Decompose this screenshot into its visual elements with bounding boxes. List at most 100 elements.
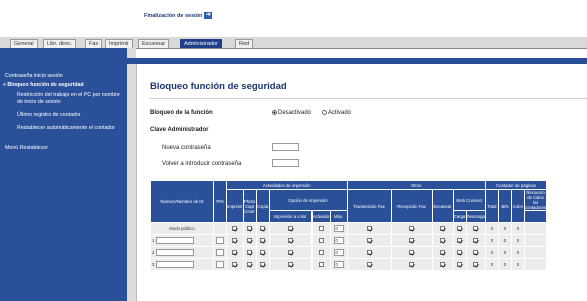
checkbox[interactable] xyxy=(440,225,446,231)
checkbox[interactable] xyxy=(232,225,238,231)
checkbox[interactable] xyxy=(287,225,293,231)
radio-off[interactable] xyxy=(272,110,277,115)
pin-field[interactable] xyxy=(216,261,224,268)
function-lock-off-option[interactable]: Desactivado xyxy=(272,110,311,116)
sidebar-item-secure-function-lock[interactable]: » Bloqueo función de seguridad xyxy=(3,82,121,89)
sidebar: Contraseña inicio sesión » Bloqueo funci… xyxy=(0,48,127,301)
user-restrictions-table: Número/Nombre de ID PIN Actividades de i… xyxy=(150,180,548,271)
h-scan: Escanear xyxy=(431,189,454,223)
tab-general[interactable]: General xyxy=(10,39,38,48)
h-upload: Carga xyxy=(452,210,467,223)
col-id-header: Número/Nombre de ID xyxy=(150,180,214,223)
other-header: Otros xyxy=(346,180,486,190)
function-lock-on-option[interactable]: Activado xyxy=(322,110,351,116)
h-print: Imprimir xyxy=(226,189,244,223)
counter-total: 0 xyxy=(484,258,499,271)
print-activities-header: Actividades de impresión xyxy=(226,180,348,190)
radio-on[interactable] xyxy=(322,110,327,115)
tab-scan[interactable]: Escanear xyxy=(138,39,170,48)
checkbox[interactable] xyxy=(409,261,415,267)
pin-field[interactable] xyxy=(216,249,224,256)
checkbox[interactable] xyxy=(440,249,446,255)
id-name-field[interactable] xyxy=(156,249,195,256)
checkbox[interactable] xyxy=(247,249,253,255)
option-on-label: Activado xyxy=(328,110,352,117)
h-color: Color xyxy=(510,189,525,223)
checkbox[interactable] xyxy=(260,225,266,231)
tab-administrator[interactable]: Administrador xyxy=(180,39,222,48)
checkbox[interactable] xyxy=(287,249,293,255)
h-print-option: Opción de impresión xyxy=(268,189,348,211)
confirm-password-field[interactable] xyxy=(272,159,299,167)
checkbox[interactable] xyxy=(440,237,446,243)
checkbox[interactable] xyxy=(247,225,253,231)
h-max: Máx. xyxy=(329,210,348,223)
counter-total: 0 xyxy=(484,234,499,247)
id-name-field[interactable] xyxy=(156,237,195,244)
checkbox[interactable] xyxy=(247,261,253,267)
table-row: Modo público 0 0 0 0 xyxy=(150,222,548,235)
content-header-bar xyxy=(124,58,587,64)
checkbox[interactable] xyxy=(457,261,463,267)
sidebar-item-auto-reset-counter[interactable]: Restablecer automáticamente el contador xyxy=(17,125,121,132)
row-number: 3 xyxy=(152,261,155,267)
sidebar-item-pc-job-restriction[interactable]: Restricción del trabajo en el PC por nom… xyxy=(17,92,121,105)
max-pages-field[interactable]: 0 xyxy=(333,249,344,256)
checkbox[interactable] xyxy=(409,249,415,255)
max-pages-field[interactable]: 0 xyxy=(333,225,344,232)
checkbox[interactable] xyxy=(260,261,266,267)
checkbox[interactable] xyxy=(473,225,479,231)
checkbox[interactable] xyxy=(318,225,324,231)
checkbox[interactable] xyxy=(366,237,372,243)
tab-print[interactable]: Imprimir xyxy=(105,39,133,48)
tab-fax[interactable]: Fax xyxy=(85,39,103,48)
checkbox[interactable] xyxy=(232,261,238,267)
checkbox[interactable] xyxy=(440,261,446,267)
id-name-field[interactable] xyxy=(156,261,195,268)
checkbox[interactable] xyxy=(457,249,463,255)
checkbox[interactable] xyxy=(366,225,372,231)
sidebar-item-reset-menu[interactable]: Menú Restablecer xyxy=(5,145,123,152)
checkbox[interactable] xyxy=(409,237,415,243)
logout-link[interactable]: Finalización de sesión ➜ xyxy=(144,11,213,20)
checkbox[interactable] xyxy=(260,237,266,243)
checkbox[interactable] xyxy=(318,237,324,243)
checkbox[interactable] xyxy=(473,261,479,267)
checkbox[interactable] xyxy=(287,237,293,243)
checkbox[interactable] xyxy=(232,249,238,255)
logout-arrow-icon[interactable]: ➜ xyxy=(204,12,213,19)
sidebar-divider xyxy=(127,48,136,301)
sidebar-item-last-counter-record[interactable]: Último registro de contador xyxy=(17,112,121,119)
counter-total: 0 xyxy=(484,222,499,235)
checkbox[interactable] xyxy=(232,237,238,243)
new-password-field[interactable] xyxy=(272,143,299,151)
checkbox[interactable] xyxy=(318,261,324,267)
tab-network[interactable]: Red xyxy=(235,39,254,48)
h-fax-rx: Recepción Fax xyxy=(390,189,433,223)
checkbox[interactable] xyxy=(247,237,253,243)
h-photo-capture: Photo Capt Centr xyxy=(242,189,257,223)
pin-field[interactable] xyxy=(216,237,224,244)
checkbox[interactable] xyxy=(409,225,415,231)
h-activated: Activado xyxy=(311,210,331,223)
logout-label[interactable]: Finalización de sesión xyxy=(144,13,202,19)
page-counter-header: Contador de páginas xyxy=(484,180,548,190)
checkbox[interactable] xyxy=(473,237,479,243)
checkbox[interactable] xyxy=(473,249,479,255)
checkbox[interactable] xyxy=(366,249,372,255)
counter-total: 0 xyxy=(484,246,499,259)
checkbox[interactable] xyxy=(366,261,372,267)
checkbox[interactable] xyxy=(287,261,293,267)
checkbox[interactable] xyxy=(260,249,266,255)
checkbox[interactable] xyxy=(457,237,463,243)
counter-bw: 0 xyxy=(497,246,512,259)
checkbox[interactable] xyxy=(318,249,324,255)
max-pages-field[interactable]: 0 xyxy=(333,261,344,268)
sidebar-item-login-password[interactable]: Contraseña inicio sesión xyxy=(5,73,123,80)
h-total: Total xyxy=(484,189,499,223)
tab-address-book[interactable]: Libr. direc. xyxy=(43,39,77,48)
confirm-password-label: Volver a introducir contraseña xyxy=(162,161,242,167)
checkbox[interactable] xyxy=(457,225,463,231)
max-pages-field[interactable]: 0 xyxy=(333,237,344,244)
h-copy: Copia xyxy=(255,189,270,223)
